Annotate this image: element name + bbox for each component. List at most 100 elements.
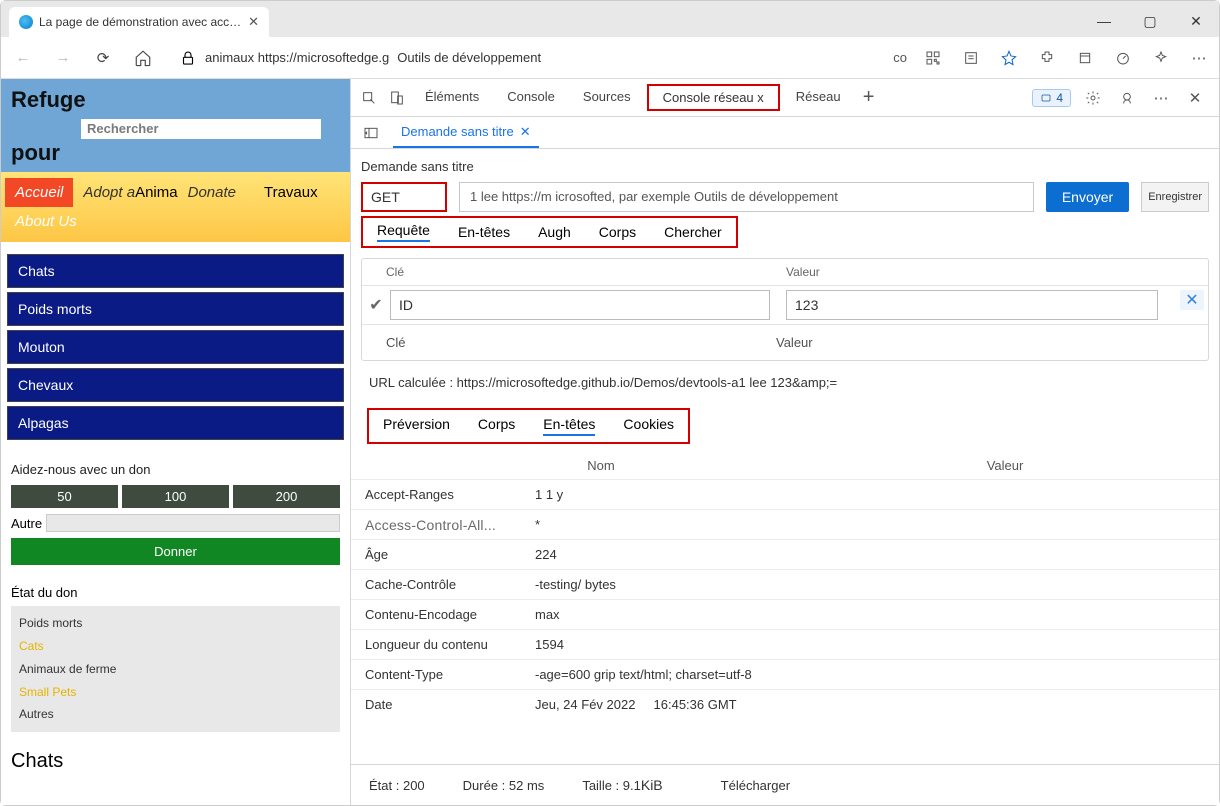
more-icon[interactable]: ⋯: [1187, 46, 1211, 70]
response-tabs: Préversion Corps En-têtes Cookies: [367, 408, 690, 444]
other-label: Autre: [11, 516, 42, 531]
search-input[interactable]: Rechercher: [81, 119, 321, 139]
collections-icon[interactable]: [1073, 46, 1097, 70]
cat-poids[interactable]: Poids morts: [7, 292, 344, 326]
devtools-more-icon[interactable]: ⋯: [1149, 86, 1173, 110]
donate-heading: Aidez-nous avec un don: [11, 462, 340, 477]
home-button[interactable]: [129, 44, 157, 72]
sparkle-icon[interactable]: [1149, 46, 1173, 70]
delete-row-icon[interactable]: ✕: [1180, 290, 1204, 310]
hcol-name: Nom: [411, 458, 791, 473]
close-window-button[interactable]: ✕: [1173, 5, 1219, 37]
header-name: Longueur du contenu: [365, 637, 535, 652]
status-row: Poids morts: [19, 612, 332, 635]
tab-sources[interactable]: Sources: [571, 79, 643, 116]
reqtab-auth[interactable]: Augh: [538, 224, 571, 240]
header-val: 224: [535, 547, 1219, 562]
performance-icon[interactable]: [1111, 46, 1135, 70]
header-name: Contenu-Encodage: [365, 607, 535, 622]
url-input[interactable]: 1 lee https://m icrosofted, par exemple …: [459, 182, 1034, 212]
reqtab-headers[interactable]: En-têtes: [458, 224, 510, 240]
refresh-button[interactable]: ⟳: [89, 44, 117, 72]
resp-preview[interactable]: Préversion: [383, 416, 450, 436]
reqtab-query[interactable]: Requête: [377, 222, 430, 242]
tab-title: La page de démonstration avec accessibil…: [39, 15, 242, 29]
toggle-sidebar-icon[interactable]: [359, 121, 383, 145]
amt-200[interactable]: 200: [233, 485, 340, 508]
maximize-button[interactable]: ▢: [1127, 5, 1173, 37]
tab-console[interactable]: Console: [495, 79, 567, 116]
add-tab-icon[interactable]: +: [857, 86, 881, 110]
issues-badge[interactable]: 4: [1032, 89, 1071, 107]
settings-icon[interactable]: [1081, 86, 1105, 110]
row-checkbox[interactable]: ✔: [366, 295, 386, 315]
status-section: État du don Poids morts Cats Animaux de …: [1, 579, 350, 742]
address-text-1: animaux https://microsoftedge.g: [205, 50, 389, 65]
request-tabs: Requête En-têtes Augh Corps Chercher: [361, 216, 738, 248]
other-input[interactable]: [46, 514, 340, 532]
window-buttons: — ▢ ✕: [1081, 5, 1219, 37]
inspect-icon[interactable]: [357, 86, 381, 110]
key-input[interactable]: [390, 290, 770, 320]
method-select[interactable]: GET: [361, 182, 447, 212]
resp-body[interactable]: Corps: [478, 416, 515, 436]
favorite-icon[interactable]: [997, 46, 1021, 70]
tab-elements[interactable]: Éléments: [413, 79, 491, 116]
value-input[interactable]: [786, 290, 1158, 320]
header-name: Accept-Ranges: [365, 487, 535, 502]
header-val: *: [535, 517, 1219, 532]
devtools-tabs: Éléments Console Sources Console réseau …: [351, 79, 1219, 117]
response-statusbar: État : 200 Durée : 52 ms Taille : 9.1KiB…: [351, 764, 1219, 805]
header-val: -testing/ bytes: [535, 577, 1219, 592]
download-link[interactable]: Télécharger: [721, 778, 790, 793]
close-subtab-icon[interactable]: ✕: [520, 124, 531, 140]
browser-tab[interactable]: La page de démonstration avec accessibil…: [9, 7, 269, 37]
demo-page: Refuge Rechercher pour Accueil Adopt a A…: [1, 79, 351, 805]
tab-close-icon[interactable]: ✕: [248, 14, 259, 30]
nav-accueil[interactable]: Accueil: [5, 178, 73, 207]
give-button[interactable]: Donner: [11, 538, 340, 565]
page-title-2: pour: [11, 140, 60, 165]
devtools-close-icon[interactable]: ✕: [1183, 86, 1207, 110]
nav-travaux[interactable]: Travaux: [254, 178, 328, 207]
subtab-request[interactable]: Demande sans titre ✕: [393, 117, 539, 148]
header-val: 1594: [535, 637, 1219, 652]
co-badge: co: [893, 50, 907, 65]
col-key: Clé: [386, 265, 786, 279]
cat-alpagas[interactable]: Alpagas: [7, 406, 344, 440]
cat-mouton[interactable]: Mouton: [7, 330, 344, 364]
send-button[interactable]: Envoyer: [1046, 182, 1129, 212]
forward-button[interactable]: →: [49, 44, 77, 72]
minimize-button[interactable]: —: [1081, 5, 1127, 37]
header-name: Content-Type: [365, 667, 535, 682]
reqtab-search[interactable]: Chercher: [664, 224, 722, 240]
amt-50[interactable]: 50: [11, 485, 118, 508]
resp-cookies[interactable]: Cookies: [623, 416, 674, 436]
page-title-1: Refuge: [11, 87, 86, 112]
back-button[interactable]: ←: [9, 44, 37, 72]
feedback-icon[interactable]: [1115, 86, 1139, 110]
header-name: Access-Control-All...: [365, 517, 535, 533]
header-name: Cache-Contrôle: [365, 577, 535, 592]
key-placeholder[interactable]: Clé: [386, 335, 776, 350]
reader-icon[interactable]: [959, 46, 983, 70]
header-val: -age=600 grip text/html; charset=utf-8: [535, 667, 1219, 682]
address-bar[interactable]: animaux https://microsoftedge.g Outils d…: [169, 43, 789, 73]
qr-icon[interactable]: [921, 46, 945, 70]
cat-chats[interactable]: Chats: [7, 254, 344, 288]
value-placeholder[interactable]: Valeur: [776, 335, 813, 350]
nav-donate[interactable]: Donate: [178, 178, 246, 207]
nav-about[interactable]: About Us: [5, 207, 346, 236]
titlebar: La page de démonstration avec accessibil…: [1, 1, 1219, 37]
resp-headers[interactable]: En-têtes: [543, 416, 595, 436]
cat-chevaux[interactable]: Chevaux: [7, 368, 344, 402]
reqtab-body[interactable]: Corps: [599, 224, 636, 240]
headers-table: Nom Valeur Accept-Ranges1 1 y Access-Con…: [351, 452, 1219, 764]
tab-network-console[interactable]: Console réseau x: [647, 84, 780, 111]
amt-100[interactable]: 100: [122, 485, 229, 508]
extensions-icon[interactable]: [1035, 46, 1059, 70]
save-button[interactable]: Enregistrer: [1141, 182, 1209, 212]
tab-network[interactable]: Réseau: [784, 79, 853, 116]
status-row: Small Pets: [19, 681, 332, 704]
device-icon[interactable]: [385, 86, 409, 110]
